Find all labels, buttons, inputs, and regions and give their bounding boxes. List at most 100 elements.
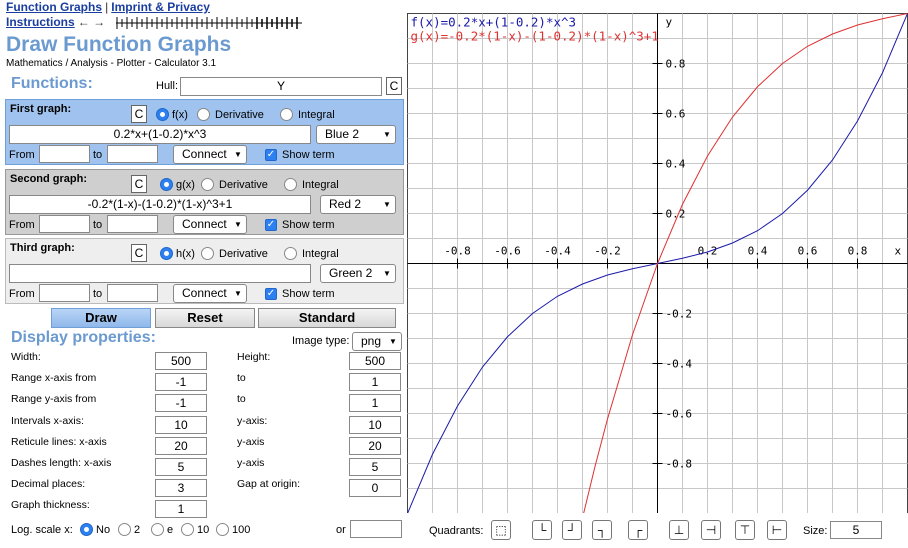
second-graph-show-term-checkbox[interactable]: ✓ — [265, 219, 277, 231]
reticule-x-input[interactable]: 20 — [155, 436, 207, 455]
function-graphs-link[interactable]: Function Graphs — [6, 0, 102, 14]
third-graph-color-select[interactable]: Green 2 ▼ — [320, 264, 396, 283]
second-graph-color-select[interactable]: Red 2 ▼ — [320, 195, 396, 214]
standard-button[interactable]: Standard — [258, 308, 396, 328]
log-scale-radio[interactable] — [151, 523, 164, 536]
first-graph-color-value: Blue 2 — [325, 127, 360, 141]
reset-button[interactable]: Reset — [155, 308, 255, 328]
gap-at-origin-input[interactable]: 0 — [349, 479, 401, 498]
first-graph-color-select[interactable]: Blue 2 ▼ — [316, 125, 396, 144]
intervals-y-label: y-axis: — [237, 414, 268, 427]
top-links: Function Graphs | Imprint & Privacy — [6, 0, 210, 14]
log-scale-custom-input[interactable] — [350, 520, 402, 538]
first-graph-clear-button[interactable]: C — [131, 105, 147, 123]
width-label: Width: — [11, 351, 41, 363]
hull-clear-button[interactable]: C — [386, 77, 402, 95]
third-graph-term-input[interactable] — [9, 264, 311, 283]
quadrant-button[interactable]: ⊤ — [735, 520, 755, 540]
image-type-select[interactable]: png ▼ — [352, 332, 402, 351]
quadrant-button[interactable]: ┐ — [592, 520, 612, 540]
or-label: or — [336, 524, 346, 536]
range-x-input[interactable]: -1 — [155, 373, 207, 392]
second-graph-integral-radio[interactable] — [284, 178, 297, 191]
range-y-to-input[interactable]: 1 — [349, 394, 401, 413]
third-graph-to-input[interactable] — [107, 284, 158, 302]
log-scale-radio[interactable] — [181, 523, 194, 536]
y-tick-label: -0.4 — [666, 358, 693, 371]
first-graph-fx-radio[interactable] — [156, 108, 169, 121]
graph-thickness-input[interactable]: 1 — [155, 500, 207, 519]
second-graph-clear-button[interactable]: C — [131, 175, 147, 193]
intervals-x-label: Intervals x-axis: — [11, 414, 84, 427]
quadrant-button[interactable]: ⊥ — [669, 520, 689, 540]
draw-button[interactable]: Draw — [51, 308, 151, 328]
dashes-y-input[interactable]: 5 — [349, 458, 401, 476]
image-type-value: png — [361, 334, 382, 348]
first-graph-term-input[interactable]: 0.2*x+(1-0.2)*x^3 — [9, 125, 311, 144]
quadrant-button[interactable]: ⬚ — [491, 520, 511, 540]
range-x-to-input[interactable]: 1 — [349, 373, 401, 392]
third-graph-fx-label: h(x) — [176, 248, 195, 260]
quadrant-button[interactable]: ⊣ — [701, 520, 721, 540]
chevron-down-icon: ▼ — [389, 337, 397, 346]
nav-arrows[interactable]: ← → — [78, 15, 105, 29]
second-graph-from-input[interactable] — [39, 215, 90, 233]
first-graph-show-term-checkbox[interactable]: ✓ — [265, 149, 277, 161]
x-tick-label: -0.6 — [494, 245, 521, 258]
first-graph-integral-radio[interactable] — [280, 108, 293, 121]
second-graph-style-select[interactable]: Connect ▼ — [173, 215, 247, 234]
series-term-label: f(x)=0.2*x+(1-0.2)*x^3 — [411, 15, 577, 30]
decimal-places-input[interactable]: 3 — [155, 479, 207, 498]
log-scale-radio[interactable] — [80, 523, 93, 536]
x-tick-label: -0.2 — [594, 245, 621, 258]
first-graph-panel: First graph: C f(x) Derivative Integral … — [5, 99, 404, 165]
third-graph-integral-radio[interactable] — [284, 247, 297, 260]
quadrant-button[interactable]: ┘ — [562, 520, 582, 540]
y-tick-label: -0.6 — [666, 408, 693, 421]
imprint-link[interactable]: Imprint & Privacy — [111, 0, 210, 14]
second-graph-label: Second graph: — [10, 173, 88, 185]
second-graph-panel: Second graph: C g(x) Derivative Integral… — [5, 169, 404, 235]
second-graph-to-label: to — [93, 219, 103, 231]
chevron-down-icon: ▼ — [234, 220, 242, 229]
second-graph-fx-label: g(x) — [176, 179, 195, 191]
quadrant-button[interactable]: └ — [532, 520, 552, 540]
intervals-x-input[interactable]: 10 — [155, 415, 207, 434]
first-graph-to-input[interactable] — [107, 145, 158, 163]
second-graph-derivative-radio[interactable] — [201, 178, 214, 191]
third-graph-style-select[interactable]: Connect ▼ — [173, 284, 247, 303]
size-input[interactable]: 5 — [830, 521, 882, 539]
slider-ruler[interactable] — [116, 16, 302, 30]
log-scale-radio[interactable] — [216, 523, 229, 536]
image-type-label: Image type: — [292, 335, 350, 347]
third-graph-show-term-checkbox[interactable]: ✓ — [265, 288, 277, 300]
third-graph-derivative-radio[interactable] — [201, 247, 214, 260]
second-graph-fx-radio[interactable] — [160, 178, 173, 191]
first-graph-from-input[interactable] — [39, 145, 90, 163]
dashes-y-label: y-axis — [237, 457, 265, 469]
third-graph-from-input[interactable] — [39, 284, 90, 302]
instructions-link[interactable]: Instructions — [6, 15, 75, 29]
page-subtitle: Mathematics / Analysis - Plotter - Calcu… — [6, 58, 217, 69]
second-graph-term-input[interactable]: -0.2*(1-x)-(1-0.2)*(1-x)^3+1 — [9, 195, 311, 214]
hull-label: Hull: — [156, 80, 179, 92]
height-input[interactable]: 500 — [349, 352, 401, 370]
third-graph-clear-button[interactable]: C — [131, 244, 147, 262]
quadrant-button[interactable]: ⊢ — [767, 520, 787, 540]
dashes-x-input[interactable]: 5 — [155, 458, 207, 476]
second-graph-to-input[interactable] — [107, 215, 158, 233]
hull-input[interactable]: Y — [180, 77, 382, 96]
third-graph-from-label: From — [9, 288, 35, 300]
first-graph-derivative-radio[interactable] — [197, 108, 210, 121]
third-graph-fx-radio[interactable] — [160, 247, 173, 260]
reticule-y-input[interactable]: 20 — [349, 436, 401, 455]
range-y-input[interactable]: -1 — [155, 394, 207, 413]
first-graph-from-label: From — [9, 149, 35, 161]
chevron-down-icon: ▼ — [383, 269, 391, 278]
log-scale-radio[interactable] — [118, 523, 131, 536]
quadrant-button[interactable]: ┌ — [628, 520, 648, 540]
intervals-y-input[interactable]: 10 — [349, 415, 401, 434]
third-graph-integral-label: Integral — [302, 248, 339, 260]
first-graph-style-select[interactable]: Connect ▼ — [173, 145, 247, 164]
width-input[interactable]: 500 — [155, 352, 207, 370]
